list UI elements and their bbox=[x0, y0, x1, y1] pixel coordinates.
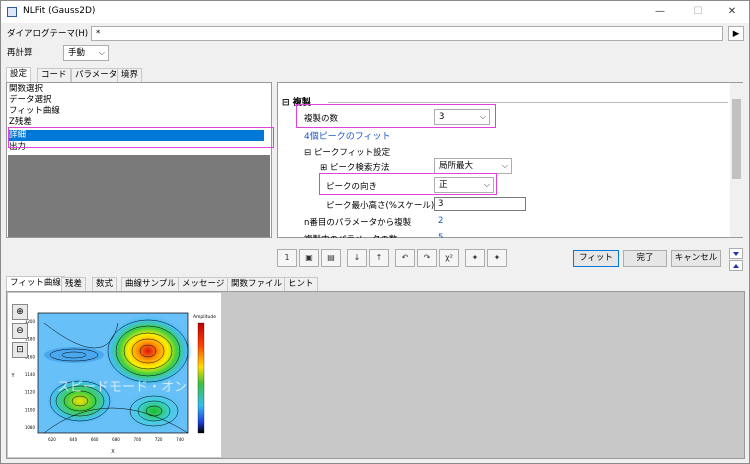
recalc-label: 再計算 bbox=[7, 48, 33, 58]
x-tick-labels: 620 640 660 680 700 720 740 bbox=[48, 437, 184, 442]
tree-item-function[interactable]: 関数選択 bbox=[9, 84, 43, 95]
x-tick-label: 660 bbox=[91, 437, 99, 442]
speed-mode-overlay: スピードモード・オン bbox=[57, 380, 187, 395]
chi-square-icon[interactable]: χ² bbox=[439, 249, 459, 267]
y-tick-label: 1080 bbox=[25, 425, 36, 430]
tab-residual[interactable]: 残差 bbox=[61, 277, 87, 291]
arrow-up-icon bbox=[733, 264, 739, 268]
nth-param-label: n番目のパラメータから複製 bbox=[304, 218, 412, 228]
tab-function-file[interactable]: 関数ファイル bbox=[227, 277, 287, 291]
x-axis-label: X bbox=[111, 449, 115, 455]
chevron-down-icon: ⌵ bbox=[98, 48, 105, 57]
tree-item-fit-curve[interactable]: フィット曲線 bbox=[9, 106, 60, 117]
fix-param-icon[interactable]: ↑ bbox=[369, 249, 389, 267]
y-tick-label: 1120 bbox=[25, 390, 36, 395]
fit-one-iteration-icon[interactable]: 1 bbox=[277, 249, 297, 267]
x-tick-label: 680 bbox=[112, 437, 120, 442]
peak-fit-settings-group[interactable]: ⊟ ピークフィット設定 bbox=[304, 146, 390, 158]
tab-settings[interactable]: 設定 bbox=[6, 67, 32, 82]
one-iteration-icon[interactable]: ✦ bbox=[465, 249, 485, 267]
chevron-down-icon: ⌵ bbox=[501, 161, 508, 170]
tab-code[interactable]: コード bbox=[37, 68, 71, 82]
close-button[interactable]: ✕ bbox=[719, 4, 745, 20]
peak-search-value: 局所最大 bbox=[439, 161, 474, 171]
play-icon: ▶ bbox=[732, 29, 740, 39]
y-axis-label: Y bbox=[10, 373, 15, 379]
fit-until-converge-icon[interactable]: ✦ bbox=[487, 249, 507, 267]
scrollbar-thumb[interactable] bbox=[732, 99, 741, 179]
tab-parameters[interactable]: パラメータ bbox=[71, 68, 122, 82]
peak-min-height-input[interactable]: 3 bbox=[434, 197, 526, 211]
peak-top-left bbox=[44, 347, 104, 363]
disk-icon[interactable]: ▤ bbox=[321, 249, 341, 267]
highlight-box-advanced bbox=[8, 127, 274, 148]
contour-plot: 620 640 660 680 700 720 740 108011001120114011… bbox=[10, 312, 216, 455]
param-count-label: 複製中のパラメータの数 bbox=[304, 233, 397, 238]
nlfit-window: NLFit (Gauss2D) — ☐ ✕ ダイアログテーマ(H) * ▶ 再計… bbox=[0, 0, 750, 464]
peak-search-combo[interactable]: 局所最大 ⌵ bbox=[434, 158, 512, 174]
highlight-box-count bbox=[296, 104, 496, 128]
x-tick-label: 620 bbox=[48, 437, 56, 442]
dialog-theme-combo[interactable]: * bbox=[91, 26, 723, 41]
recalc-value: 手動 bbox=[68, 48, 86, 58]
parameter-sort-icon[interactable]: ↓ bbox=[347, 249, 367, 267]
minimize-button[interactable]: — bbox=[647, 4, 673, 20]
x-tick-label: 640 bbox=[70, 437, 78, 442]
x-tick-label: 720 bbox=[155, 437, 163, 442]
dialog-theme-label: ダイアログテーマ(H) bbox=[7, 29, 89, 39]
window-title: NLFit (Gauss2D) bbox=[23, 6, 96, 16]
tab-hints[interactable]: ヒント bbox=[284, 277, 318, 291]
property-scrollbar[interactable] bbox=[730, 83, 743, 237]
peak-min-height-label: ピーク最小高さ(%スケール) bbox=[326, 201, 435, 211]
peak-search-label: ピーク検索方法 bbox=[329, 163, 390, 173]
section-divider bbox=[328, 102, 728, 103]
legend-title: Amplitude bbox=[193, 314, 216, 320]
cancel-button[interactable]: キャンセル bbox=[671, 250, 721, 267]
tab-fit-curve[interactable]: フィット曲線 bbox=[6, 276, 65, 291]
maximize-button[interactable]: ☐ bbox=[685, 4, 711, 20]
arrow-down-icon bbox=[733, 252, 739, 256]
highlight-box-direction bbox=[319, 173, 497, 195]
save-icon[interactable]: ▣ bbox=[299, 249, 319, 267]
recalc-combo[interactable]: 手動 ⌵ bbox=[63, 45, 109, 61]
peak-search-group[interactable]: ⊞ ピーク検索方法 bbox=[320, 161, 389, 173]
tree-empty-area bbox=[8, 155, 270, 237]
nth-param-value[interactable]: 2 bbox=[438, 216, 443, 226]
tab-formula[interactable]: 数式 bbox=[92, 277, 118, 291]
x-tick-label: 700 bbox=[134, 437, 142, 442]
collapse-icon: ⊟ bbox=[282, 98, 290, 108]
preview-area: 620 640 660 680 700 720 740 1080 1100 1120 1140 11… bbox=[6, 291, 745, 459]
y-tick-label: 1140 bbox=[25, 372, 36, 377]
peak-fit-note: 4個ピークのフィット bbox=[304, 132, 391, 142]
dialog-theme-value: * bbox=[96, 29, 101, 39]
fit-button[interactable]: フィット bbox=[573, 250, 619, 267]
collapse-up-button[interactable] bbox=[729, 248, 743, 259]
tab-curve-sample[interactable]: 曲線サンプル bbox=[121, 277, 180, 291]
x-tick-label: 740 bbox=[176, 437, 184, 442]
app-icon bbox=[7, 7, 17, 17]
tab-messages[interactable]: メッセージ bbox=[178, 277, 229, 291]
color-scale-bar bbox=[197, 322, 205, 434]
zoom-in-icon[interactable]: ⊕ bbox=[12, 304, 28, 320]
collapse-icon: ⊟ bbox=[304, 148, 312, 158]
redo-icon[interactable]: ↷ bbox=[417, 249, 437, 267]
y-tick-label: 1100 bbox=[25, 407, 36, 412]
done-button[interactable]: 完了 bbox=[623, 250, 667, 267]
tree-item-data[interactable]: データ選択 bbox=[9, 95, 52, 106]
undo-icon[interactable]: ↶ bbox=[395, 249, 415, 267]
zoom-out-icon[interactable]: ⊖ bbox=[12, 323, 28, 339]
peak-fit-settings-label: ピークフィット設定 bbox=[313, 148, 391, 158]
expand-icon: ⊞ bbox=[320, 163, 328, 173]
param-count-value[interactable]: 5 bbox=[438, 233, 443, 238]
title-bar: NLFit (Gauss2D) — ☐ ✕ bbox=[1, 1, 749, 23]
collapse-down-button[interactable] bbox=[729, 260, 743, 271]
theme-arrow-button[interactable]: ▶ bbox=[728, 26, 744, 41]
zoom-fit-icon[interactable]: ⊡ bbox=[12, 342, 28, 358]
settings-tree: 関数選択 データ選択 フィット曲線 Z残差 詳細 出力 bbox=[6, 82, 272, 238]
tab-bounds[interactable]: 境界 bbox=[117, 68, 143, 82]
graph-canvas: 620 640 660 680 700 720 740 1080 1100 1120 1140 11… bbox=[8, 293, 221, 457]
